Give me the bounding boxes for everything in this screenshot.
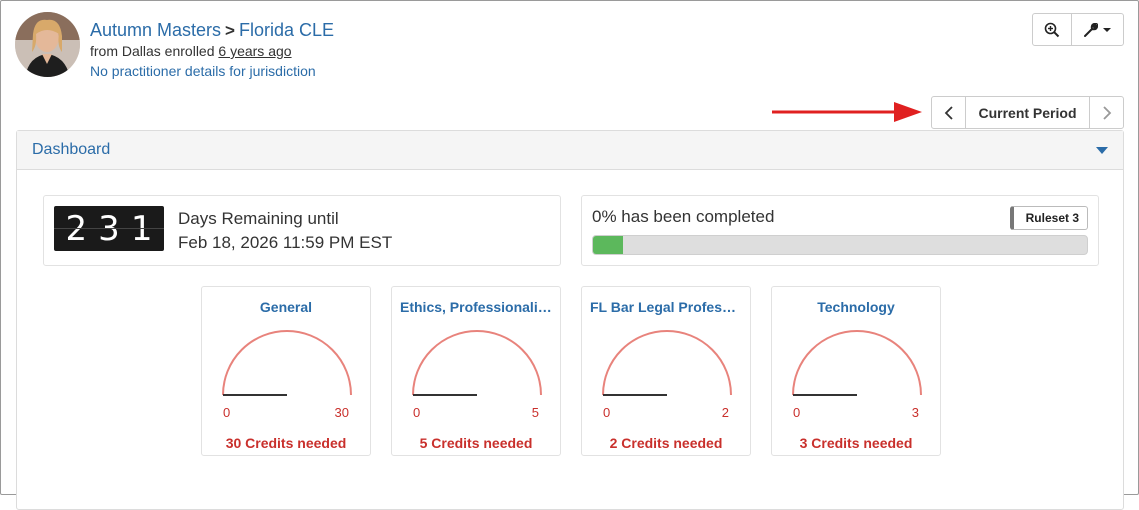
period-selector: Current Period [931,96,1124,129]
next-period-button[interactable] [1089,97,1123,128]
gauge-dial [412,330,542,396]
credits-needed-label: 3 Credits needed [799,435,913,451]
gauge-title[interactable]: Ethics, Professionalis... [400,299,552,315]
tools-dropdown-button[interactable] [1071,13,1124,46]
enrollment-prefix: from Dallas enrolled [90,43,219,59]
annotation-arrow [772,102,922,122]
days-digit: 1 [130,208,153,249]
chevron-right-icon [1102,105,1111,120]
days-counter: 2 3 1 [54,206,164,251]
gauge-max-label: 3 [911,405,919,420]
caret-down-icon [1103,27,1111,32]
gauge-arc [222,330,352,396]
credits-needed-label: 5 Credits needed [419,435,533,451]
dashboard-panel: Dashboard 2 3 1 Days Remaining until Feb… [16,130,1124,510]
credit-gauge-card[interactable]: Ethics, Professionalis... 0 5 5 Credits nee… [391,286,561,456]
gauge-title[interactable]: Technology [780,299,932,315]
days-remaining-card: 2 3 1 Days Remaining until Feb 18, 2026 … [43,195,561,266]
breadcrumb-jurisdiction-link[interactable]: Florida CLE [239,20,334,40]
days-digit: 2 [65,208,88,249]
completion-progress-bar [592,235,1088,255]
gauge-title[interactable]: FL Bar Legal Professi... [590,299,742,315]
ruleset-badge[interactable]: Ruleset 3 [1009,206,1088,230]
completion-card: 0% has been completed Ruleset 3 [581,195,1099,266]
credits-needed-label: 2 Credits needed [609,435,723,451]
credits-needed-label: 30 Credits needed [225,435,347,451]
credit-gauge-card[interactable]: General 0 30 30 Credits needed [201,286,371,456]
breadcrumb-user-link[interactable]: Autumn Masters [90,20,221,40]
enrollment-date: 6 years ago [218,43,292,59]
current-period-button[interactable]: Current Period [966,97,1089,128]
days-digit: 3 [98,208,120,249]
gauge-dial [792,330,922,396]
dashboard-title: Dashboard [32,141,111,158]
gauge-max-label: 5 [531,405,539,420]
completion-text: 0% has been completed [592,207,775,226]
gauge-arc [792,330,922,396]
gauge-min-label: 0 [603,405,611,420]
gauge-title[interactable]: General [210,299,362,315]
gauge-min-label: 0 [223,405,231,420]
gauge-dial [222,330,352,396]
zoom-button[interactable] [1032,13,1072,46]
completion-progress-fill [593,236,623,254]
gauge-dial [602,330,732,396]
gauge-max-label: 2 [721,405,729,420]
days-remaining-label: Days Remaining until [178,209,339,228]
breadcrumb: Autumn Masters > Florida CLE [90,20,334,41]
zoom-in-icon [1044,22,1060,37]
previous-period-button[interactable] [932,97,966,128]
gauge-max-label: 30 [334,405,349,420]
enrollment-info: from Dallas enrolled 6 years ago [90,43,292,59]
practitioner-details-link[interactable]: No practitioner details for jurisdiction [90,63,316,79]
deadline-date: Feb 18, 2026 11:59 PM EST [178,233,393,252]
collapse-caret-icon[interactable] [1096,147,1108,154]
gauge-arc [602,330,732,396]
gauge-min-label: 0 [793,405,801,420]
gauge-arc [412,330,542,396]
credit-gauge-card[interactable]: FL Bar Legal Professi... 0 2 2 Credits need… [581,286,751,456]
dashboard-panel-header[interactable]: Dashboard [17,131,1123,170]
avatar [15,12,80,77]
credit-gauge-card[interactable]: Technology 0 3 3 Credits needed [771,286,941,456]
chevron-left-icon [944,105,953,120]
breadcrumb-separator: > [225,21,235,40]
gauge-min-label: 0 [413,405,421,420]
wrench-icon [1084,22,1098,37]
